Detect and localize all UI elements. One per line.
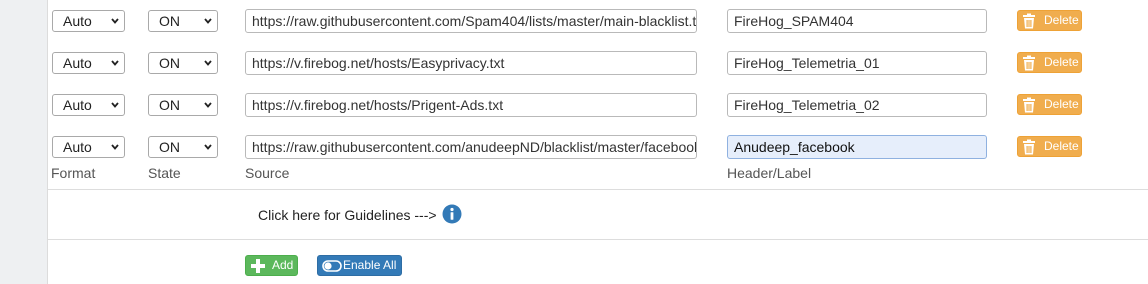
state-select-value: ON: [159, 139, 180, 155]
format-select-value: Auto: [63, 139, 92, 155]
add-button[interactable]: Add: [245, 255, 298, 276]
format-select-value: Auto: [63, 55, 92, 71]
enable-all-button[interactable]: Enable All: [317, 255, 402, 276]
state-select-value: ON: [159, 55, 180, 71]
guidelines-link[interactable]: Click here for Guidelines --->: [258, 207, 437, 223]
state-select[interactable]: ON: [148, 10, 218, 32]
header-label-input[interactable]: Anudeep_facebook: [727, 135, 987, 159]
divider: [48, 189, 1148, 190]
format-select-value: Auto: [63, 97, 92, 113]
source-url-input[interactable]: https://v.firebog.net/hosts/Easyprivacy.…: [245, 51, 697, 75]
trash-icon: [1023, 97, 1035, 113]
list-row: Auto ON https://v.firebog.net/hosts/Easy…: [48, 42, 1148, 84]
state-select-value: ON: [159, 97, 180, 113]
format-select[interactable]: Auto: [52, 10, 125, 32]
format-select[interactable]: Auto: [52, 94, 125, 116]
header-label-input[interactable]: FireHog_Telemetria_02: [727, 93, 987, 117]
list-row: Auto ON https://v.firebog.net/hosts/Prig…: [48, 84, 1148, 126]
plus-icon: [251, 259, 265, 273]
chevron-down-icon: [204, 18, 212, 24]
info-icon[interactable]: [442, 204, 462, 224]
chevron-down-icon: [111, 144, 119, 150]
state-select[interactable]: ON: [148, 136, 218, 158]
source-url-input[interactable]: https://v.firebog.net/hosts/Prigent-Ads.…: [245, 93, 697, 117]
add-button-label: Add: [272, 258, 294, 272]
delete-button[interactable]: Delete: [1017, 10, 1082, 31]
chevron-down-icon: [204, 60, 212, 66]
enable-all-button-label: Enable All: [343, 258, 397, 272]
chevron-down-icon: [111, 60, 119, 66]
state-select[interactable]: ON: [148, 52, 218, 74]
trash-icon: [1023, 13, 1035, 29]
chevron-down-icon: [204, 102, 212, 108]
trash-icon: [1023, 139, 1035, 155]
delete-button[interactable]: Delete: [1017, 94, 1082, 115]
format-hint: Format: [51, 165, 96, 181]
format-select[interactable]: Auto: [52, 52, 125, 74]
header-label-input[interactable]: FireHog_SPAM404: [727, 9, 987, 33]
chevron-down-icon: [111, 18, 119, 24]
source-hint: Source: [245, 165, 290, 181]
state-hint: State: [148, 165, 181, 181]
delete-button-label: Delete: [1044, 97, 1079, 111]
chevron-down-icon: [204, 144, 212, 150]
format-select-value: Auto: [63, 13, 92, 29]
divider: [48, 239, 1148, 240]
left-sidebar-edge: [0, 0, 48, 284]
header-label-input[interactable]: FireHog_Telemetria_01: [727, 51, 987, 75]
header-label-hint: Header/Label: [727, 165, 812, 181]
list-row: Auto ON https://raw.githubusercontent.co…: [48, 0, 1148, 42]
delete-button-label: Delete: [1044, 139, 1079, 153]
format-select[interactable]: Auto: [52, 136, 125, 158]
list-row: Auto ON https://raw.githubusercontent.co…: [48, 126, 1148, 168]
chevron-down-icon: [111, 102, 119, 108]
source-url-input[interactable]: https://raw.githubusercontent.com/anudee…: [245, 135, 697, 159]
delete-button[interactable]: Delete: [1017, 136, 1082, 157]
source-url-input[interactable]: https://raw.githubusercontent.com/Spam40…: [245, 9, 697, 33]
delete-button-label: Delete: [1044, 55, 1079, 69]
state-select-value: ON: [159, 13, 180, 29]
state-select[interactable]: ON: [148, 94, 218, 116]
delete-button[interactable]: Delete: [1017, 52, 1082, 73]
trash-icon: [1023, 55, 1035, 71]
toggle-icon: [322, 260, 342, 272]
delete-button-label: Delete: [1044, 13, 1079, 27]
